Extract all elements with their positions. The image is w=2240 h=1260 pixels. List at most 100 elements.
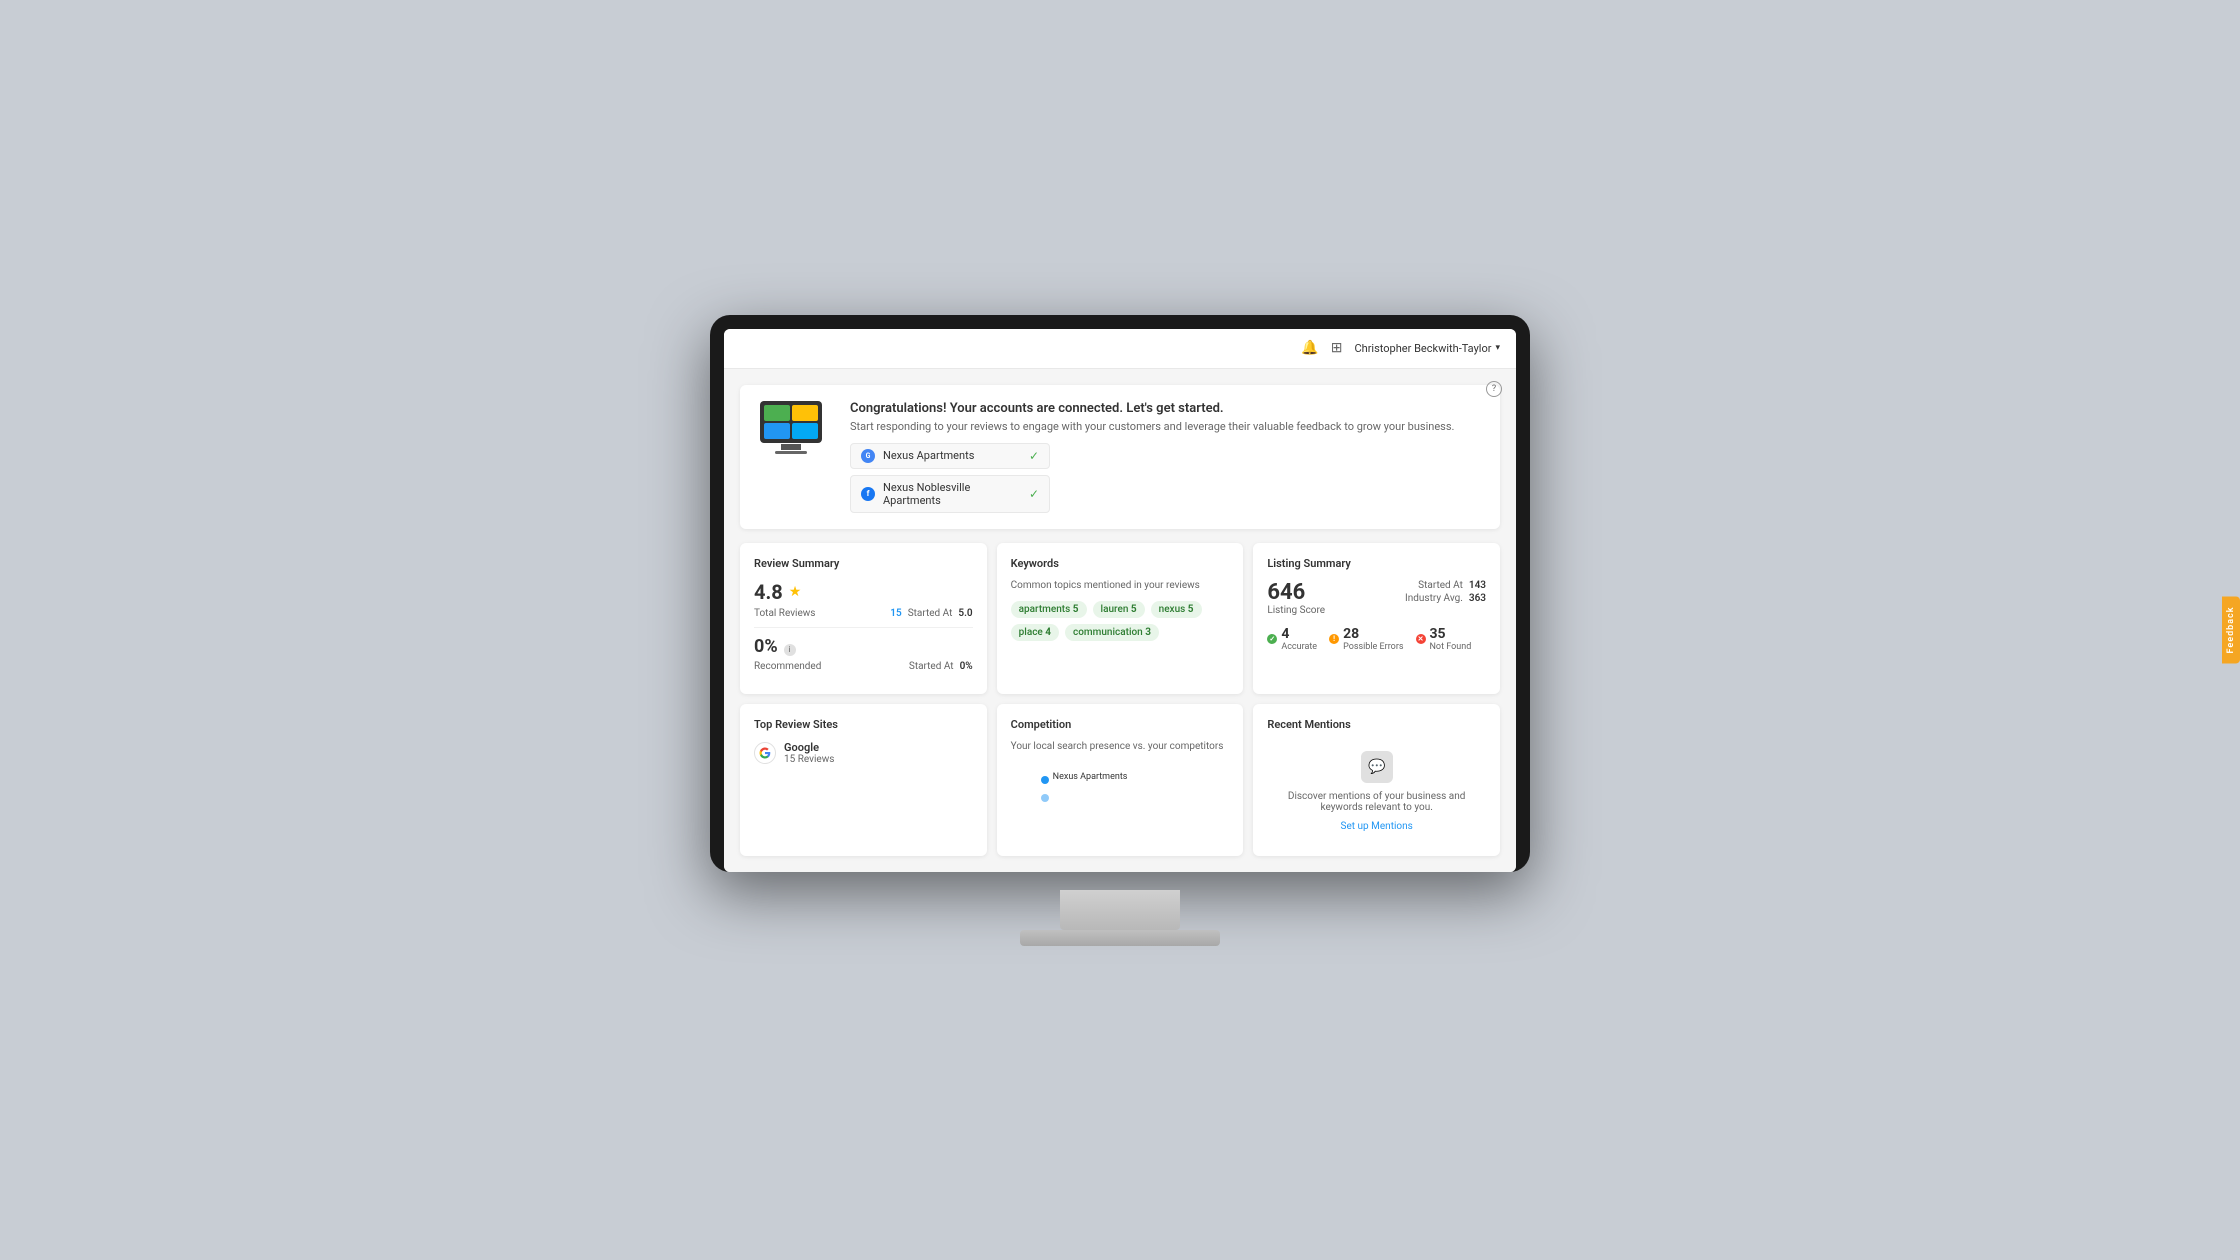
illus-cell-lightblue: [792, 423, 818, 439]
recommended-row: Recommended Started At 0%: [754, 661, 973, 672]
notfound-num: 35: [1430, 626, 1472, 642]
congrats-text: Congratulations! Your accounts are conne…: [850, 401, 1480, 513]
keywords-tags: apartments 5 lauren 5 nexus 5 place 4 co…: [1011, 601, 1230, 641]
top-review-sites-title: Top Review Sites: [754, 718, 973, 731]
illus-cell-green: [764, 405, 790, 421]
google-icon: G: [861, 449, 875, 463]
competition-card: Competition Your local search presence v…: [997, 704, 1244, 856]
industry-avg-stat-label: Industry Avg.: [1405, 593, 1463, 604]
metric-accurate: ✓ 4 Accurate: [1267, 626, 1317, 652]
account-facebook: f Nexus Noblesville Apartments ✓: [850, 475, 1050, 513]
recent-mentions-title: Recent Mentions: [1267, 718, 1486, 731]
listing-score-label: Listing Score: [1267, 605, 1325, 616]
google-logo: [754, 742, 776, 764]
kw-tag-nexus: nexus 5: [1151, 601, 1202, 618]
notification-icon[interactable]: 🔔: [1301, 340, 1318, 356]
listing-score-row: 646 Listing Score Started At 143: [1267, 580, 1486, 616]
account-google-name: Nexus Apartments: [883, 449, 974, 462]
top-review-sites-card: Top Review Sites: [740, 704, 987, 856]
started-at-label: Started At: [908, 608, 953, 619]
google-row: Google 15 Reviews: [754, 741, 973, 765]
review-score-row: 4.8 ★: [754, 580, 973, 604]
accurate-num: 4: [1281, 626, 1317, 642]
industry-avg-stat: Industry Avg. 363: [1405, 593, 1486, 604]
started-at-value: 5.0: [958, 608, 972, 619]
app-header: 🔔 ⊞ Christopher Beckwith-Taylor: [724, 329, 1516, 369]
kw-tag-apartments: apartments 5: [1011, 601, 1087, 618]
recommended-label: Recommended: [754, 661, 821, 672]
total-reviews-label: Total Reviews: [754, 608, 815, 619]
metric-notfound: ✕ 35 Not Found: [1416, 626, 1472, 652]
user-menu[interactable]: Christopher Beckwith-Taylor: [1354, 342, 1500, 355]
notfound-dot: ✕: [1416, 634, 1426, 644]
comp-dot-other: [1041, 794, 1049, 802]
help-icon[interactable]: ?: [1486, 381, 1502, 397]
facebook-icon: f: [861, 487, 875, 501]
grid-icon[interactable]: ⊞: [1331, 340, 1343, 356]
feedback-tab[interactable]: Feedback: [2222, 597, 2240, 664]
started-at-stat: Started At 143: [1405, 580, 1486, 591]
metric-errors: ! 28 Possible Errors: [1329, 626, 1403, 652]
review-summary-title: Review Summary: [754, 557, 973, 570]
google-reviews: 15 Reviews: [784, 754, 834, 765]
recommended-started-value: 0%: [960, 661, 973, 672]
illus-stand: [781, 444, 801, 450]
recommended-started-label: Started At: [909, 661, 954, 672]
recent-mentions-card: Recent Mentions 💬 Discover mentions of y…: [1253, 704, 1500, 856]
mentions-text: Discover mentions of your business and k…: [1267, 791, 1486, 813]
facebook-check: ✓: [1029, 487, 1039, 501]
comp-label-main: Nexus Apartments: [1053, 772, 1128, 782]
metric-notfound-info: 35 Not Found: [1430, 626, 1472, 652]
started-at-stat-val: 143: [1469, 580, 1486, 591]
info-icon: i: [784, 644, 796, 656]
listing-summary-card: Listing Summary 646 Listing Score Starte…: [1253, 543, 1500, 694]
kw-tag-place: place 4: [1011, 624, 1059, 641]
monitor-stand-neck: [1060, 890, 1180, 930]
listing-score-num: 646: [1267, 580, 1325, 605]
review-summary-card: Review Summary 4.8 ★ Total Reviews 15 St…: [740, 543, 987, 694]
google-name: Google: [784, 741, 834, 754]
congrats-subtitle: Start responding to your reviews to enga…: [850, 420, 1480, 433]
illus-cell-blue: [764, 423, 790, 439]
cards-grid: Review Summary 4.8 ★ Total Reviews 15 St…: [740, 543, 1500, 856]
industry-avg-stat-val: 363: [1469, 593, 1486, 604]
listing-summary-title: Listing Summary: [1267, 557, 1486, 570]
errors-num: 28: [1343, 626, 1403, 642]
illus-cell-yellow: [792, 405, 818, 421]
keywords-card: Keywords Common topics mentioned in your…: [997, 543, 1244, 694]
recommend-score: 0%: [754, 636, 778, 657]
monitor-illustration: [760, 401, 822, 443]
keywords-subtitle: Common topics mentioned in your reviews: [1011, 580, 1230, 591]
metric-accurate-info: 4 Accurate: [1281, 626, 1317, 652]
listing-score-left: 646 Listing Score: [1267, 580, 1325, 616]
competition-title: Competition: [1011, 718, 1230, 731]
comp-dot-main: [1041, 776, 1049, 784]
kw-tag-communication: communication 3: [1065, 624, 1159, 641]
review-score-num: 4.8: [754, 580, 783, 604]
competition-subtitle: Your local search presence vs. your comp…: [1011, 741, 1230, 752]
app-content: Congratulations! Your accounts are conne…: [724, 369, 1516, 872]
google-info: Google 15 Reviews: [784, 741, 834, 765]
star-icon: ★: [789, 584, 802, 600]
errors-dot: !: [1329, 634, 1339, 644]
accurate-dot: ✓: [1267, 634, 1277, 644]
started-at-stat-label: Started At: [1418, 580, 1463, 591]
illustration: [760, 401, 830, 456]
mentions-icon: 💬: [1361, 751, 1393, 783]
listing-metrics: ✓ 4 Accurate ! 28: [1267, 626, 1486, 652]
total-reviews-row: Total Reviews 15 Started At 5.0: [754, 608, 973, 619]
review-divider: [754, 627, 973, 628]
total-reviews-value: 15: [890, 608, 901, 619]
accurate-label: Accurate: [1281, 642, 1317, 652]
notfound-label: Not Found: [1430, 642, 1472, 652]
kw-tag-lauren: lauren 5: [1093, 601, 1145, 618]
google-check: ✓: [1029, 449, 1039, 463]
congrats-title: Congratulations! Your accounts are conne…: [850, 401, 1480, 416]
congrats-banner: Congratulations! Your accounts are conne…: [740, 385, 1500, 529]
metric-errors-info: 28 Possible Errors: [1343, 626, 1403, 652]
connected-accounts: G Nexus Apartments ✓ f Nexus Noblesville…: [850, 443, 1480, 513]
mentions-cta[interactable]: Set up Mentions: [1267, 821, 1486, 832]
competition-chart: Nexus Apartments: [1011, 766, 1230, 836]
listing-stats: Started At 143 Industry Avg. 363: [1405, 580, 1486, 606]
account-google: G Nexus Apartments ✓: [850, 443, 1050, 469]
